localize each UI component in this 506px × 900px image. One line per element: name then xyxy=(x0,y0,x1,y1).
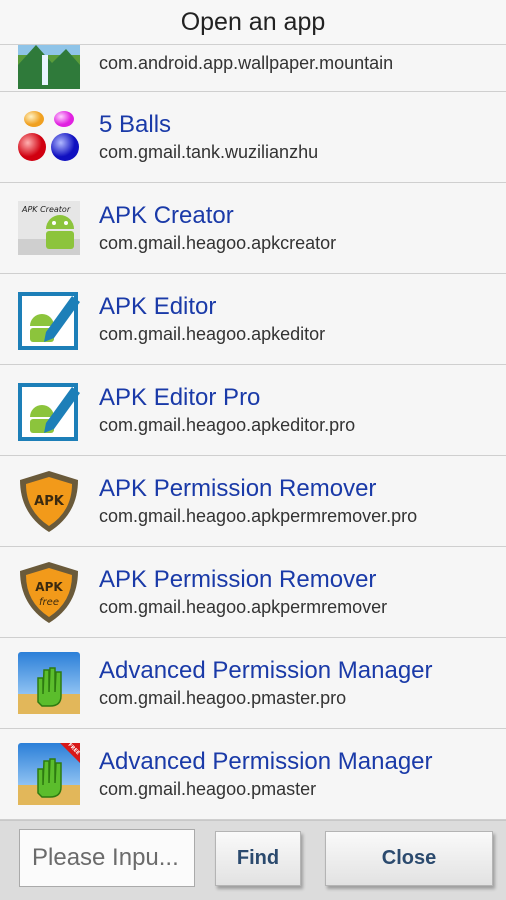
package-name: com.gmail.heagoo.pmaster xyxy=(99,779,317,799)
close-button[interactable]: Close xyxy=(325,831,493,886)
list-item[interactable]: 5 Balls com.gmail.tank.wuzilianzhu xyxy=(0,92,506,183)
app-name: APK Editor Pro xyxy=(99,384,261,411)
package-name: com.gmail.heagoo.apkpermremover.pro xyxy=(99,506,418,526)
app-name: Advanced Permission Manager xyxy=(99,657,433,684)
package-name: com.gmail.heagoo.apkpermremover xyxy=(99,597,388,617)
app-name: 5 Balls xyxy=(99,111,172,138)
search-input[interactable] xyxy=(19,829,195,887)
app-name: APK Creator xyxy=(99,202,234,229)
package-name: com.gmail.heagoo.apkcreator xyxy=(99,233,337,253)
package-name: com.gmail.heagoo.apkeditor.pro xyxy=(99,415,356,435)
apk-editor-icon xyxy=(16,377,82,443)
app-name: APK Permission Remover xyxy=(99,566,377,593)
apk-creator-icon: APK Creator xyxy=(16,195,82,261)
list-item[interactable]: FREE Advanced Permission Manager com.gma… xyxy=(0,729,506,820)
apk-shield-icon-label: APK xyxy=(34,494,65,509)
apk-shield-free-icon: APK free xyxy=(16,559,82,625)
apk-shield-free-icon-tag: free xyxy=(39,597,59,608)
list-item[interactable]: APK free APK Permission Remover com.gmai… xyxy=(0,547,506,638)
find-button[interactable]: Find xyxy=(215,831,301,886)
apk-shield-icon: APK xyxy=(16,468,82,534)
list-item[interactable]: APK Editor Pro com.gmail.heagoo.apkedito… xyxy=(0,365,506,456)
app-name: APK Permission Remover xyxy=(99,475,377,502)
package-name: com.gmail.heagoo.pmaster.pro xyxy=(99,688,347,708)
balls-icon xyxy=(16,104,82,170)
permission-hand-free-icon: FREE xyxy=(16,741,82,807)
app-name: Advanced Permission Manager xyxy=(99,748,433,775)
permission-hand-icon xyxy=(16,650,82,716)
list-item[interactable]: Advanced Permission Manager com.gmail.he… xyxy=(0,638,506,729)
package-name: com.gmail.tank.wuzilianzhu xyxy=(99,142,319,162)
apk-creator-icon-label: APK Creator xyxy=(21,205,71,214)
app-name: APK Editor xyxy=(99,293,217,320)
apk-shield-free-icon-label: APK xyxy=(35,580,63,594)
list-item[interactable]: APK Creator APK Creator com.gmail.heagoo… xyxy=(0,183,506,274)
dialog-title: Open an app xyxy=(0,0,506,45)
bottom-bar: Find Close xyxy=(0,820,506,900)
landscape-icon xyxy=(16,45,82,91)
apk-editor-icon xyxy=(16,286,82,352)
list-item[interactable]: com.android.app.wallpaper.mountain xyxy=(0,45,506,92)
list-item[interactable]: APK Editor com.gmail.heagoo.apkeditor xyxy=(0,274,506,365)
package-name: com.android.app.wallpaper.mountain xyxy=(99,53,394,73)
app-list[interactable]: com.android.app.wallpaper.mountain 5 Bal… xyxy=(0,45,506,820)
list-item[interactable]: APK APK Permission Remover com.gmail.hea… xyxy=(0,456,506,547)
package-name: com.gmail.heagoo.apkeditor xyxy=(99,324,326,344)
